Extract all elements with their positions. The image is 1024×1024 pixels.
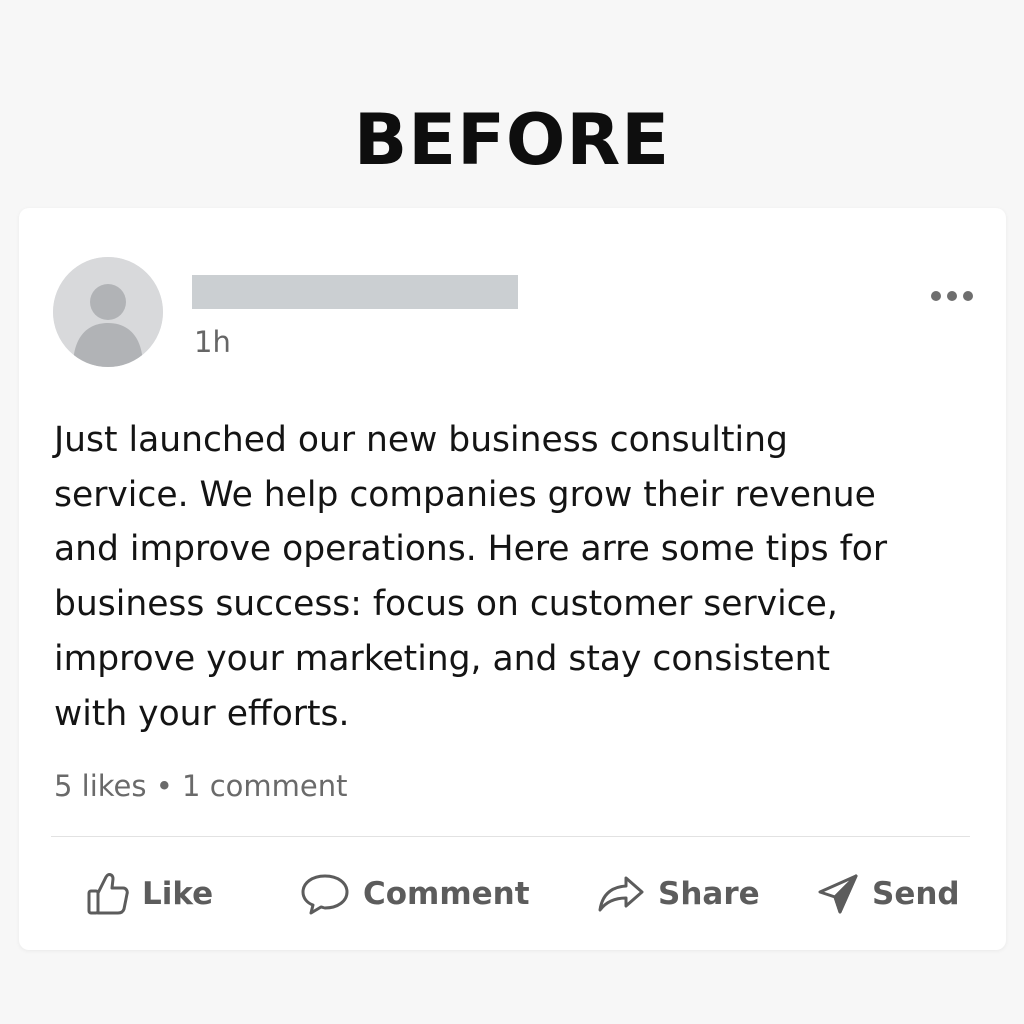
thumbs-up-icon	[86, 871, 130, 917]
comment-label: Comment	[363, 876, 530, 912]
page: BEFORE 1h Just launched our new business…	[0, 0, 1024, 1024]
like-label: Like	[142, 876, 214, 912]
send-button[interactable]: Send	[816, 864, 960, 924]
share-label: Share	[658, 876, 760, 912]
paper-plane-icon	[816, 872, 860, 916]
share-arrow-icon	[596, 874, 646, 914]
engagement-stats[interactable]: 5 likes • 1 comment	[54, 766, 347, 806]
page-heading: BEFORE	[353, 99, 671, 181]
post-timestamp: 1h	[194, 325, 231, 359]
author-name-placeholder[interactable]	[192, 275, 518, 309]
post-card: 1h Just launched our new business consul…	[19, 208, 1006, 950]
ellipsis-icon	[931, 291, 973, 301]
more-options-button[interactable]	[928, 282, 976, 310]
share-button[interactable]: Share	[596, 864, 760, 924]
post-body-text: Just launched our new business consultin…	[54, 420, 888, 734]
avatar[interactable]	[53, 257, 163, 367]
action-bar: Like Comment Share Send	[19, 864, 1006, 924]
comment-button[interactable]: Comment	[299, 864, 530, 924]
speech-bubble-icon	[299, 872, 351, 916]
like-button[interactable]: Like	[86, 864, 213, 924]
divider	[51, 836, 970, 837]
person-icon	[53, 257, 163, 367]
send-label: Send	[872, 876, 960, 912]
